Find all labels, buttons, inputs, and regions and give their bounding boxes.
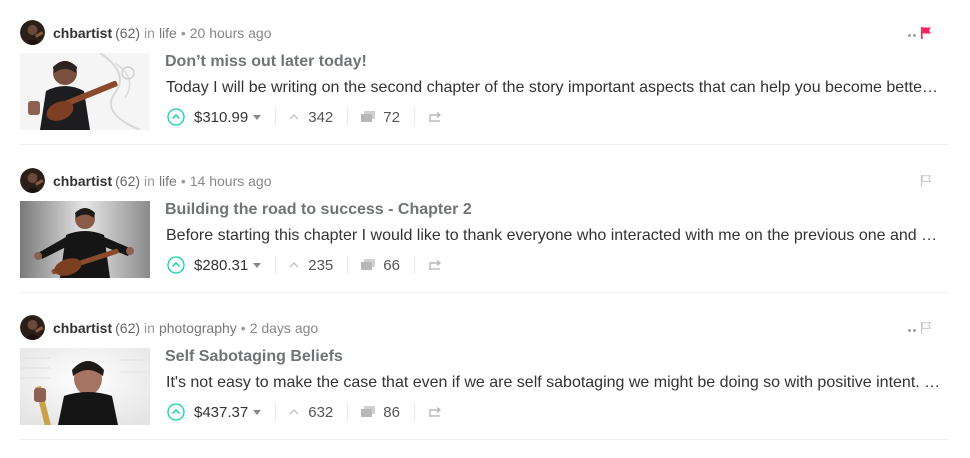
author-reputation: (62) <box>115 24 141 41</box>
post-time[interactable]: 14 hours ago <box>190 173 272 189</box>
in-label: in <box>144 24 155 41</box>
post-category[interactable]: life <box>159 25 177 41</box>
meta-bullet: • <box>180 172 186 189</box>
divider <box>275 108 277 126</box>
author-name[interactable]: chbartist <box>53 25 112 41</box>
post-thumbnail[interactable] <box>20 201 150 278</box>
post-divider <box>20 144 948 145</box>
comments-count[interactable]: 86 <box>383 404 400 421</box>
upvote-circle-icon[interactable] <box>167 403 185 421</box>
post-header: chbartist (62) in life • 20 hours ago <box>20 20 271 45</box>
post-header: chbartist (62) in life • 14 hours ago <box>20 168 271 193</box>
post-category[interactable]: life <box>159 173 177 189</box>
reblog-icon[interactable] <box>427 258 443 272</box>
post-card: chbartist (62) in life • 14 hours ago Bu… <box>20 164 948 311</box>
post-category[interactable]: photography <box>159 320 237 336</box>
post-feed: chbartist (62) in life • 20 hours ago Do… <box>0 0 970 452</box>
post-divider <box>20 439 948 440</box>
chevron-up-icon[interactable] <box>288 112 300 122</box>
dots-icon[interactable] <box>908 328 916 332</box>
meta-bullet: • <box>240 319 246 336</box>
reblog-icon[interactable] <box>427 110 443 124</box>
reblog-icon[interactable] <box>427 405 443 419</box>
divider <box>275 403 277 421</box>
post-summary[interactable]: It's not easy to make the case that even… <box>166 374 943 392</box>
post-time[interactable]: 2 days ago <box>250 320 319 336</box>
payout-value[interactable]: $280.31 <box>194 257 248 274</box>
comments-icon[interactable] <box>360 110 376 124</box>
post-title[interactable]: Self Sabotaging Beliefs <box>165 348 343 366</box>
post-summary[interactable]: Before starting this chapter I would lik… <box>166 227 943 245</box>
author-avatar[interactable] <box>20 315 45 340</box>
comments-icon[interactable] <box>360 405 376 419</box>
flag-icon[interactable] <box>920 174 932 192</box>
comments-count[interactable]: 72 <box>383 109 400 126</box>
comments-count[interactable]: 66 <box>383 257 400 274</box>
author-name[interactable]: chbartist <box>53 320 112 336</box>
post-footer: $280.31 235 66 <box>167 252 443 278</box>
votes-count[interactable]: 632 <box>308 404 333 421</box>
in-label: in <box>144 172 155 189</box>
divider <box>275 256 277 274</box>
divider <box>347 256 349 274</box>
post-thumbnail[interactable] <box>20 348 150 425</box>
in-label: in <box>144 319 155 336</box>
votes-count[interactable]: 342 <box>308 109 333 126</box>
author-avatar[interactable] <box>20 168 45 193</box>
post-time[interactable]: 20 hours ago <box>190 25 272 41</box>
dots-icon[interactable] <box>908 33 916 37</box>
payout-value[interactable]: $310.99 <box>194 109 248 126</box>
author-name[interactable]: chbartist <box>53 173 112 189</box>
meta-bullet: • <box>180 24 186 41</box>
flag-icon[interactable] <box>920 26 932 44</box>
post-footer: $310.99 342 72 <box>167 104 443 130</box>
upvote-circle-icon[interactable] <box>167 256 185 274</box>
divider <box>413 256 415 274</box>
flag-icon[interactable] <box>920 321 932 339</box>
post-actions-corner <box>908 26 932 44</box>
post-divider <box>20 292 948 293</box>
post-footer: $437.37 632 86 <box>167 399 443 425</box>
divider <box>347 403 349 421</box>
chevron-down-icon[interactable] <box>253 114 262 120</box>
author-avatar[interactable] <box>20 20 45 45</box>
post-actions-corner <box>908 321 932 339</box>
chevron-down-icon[interactable] <box>253 409 262 415</box>
chevron-up-icon[interactable] <box>288 407 300 417</box>
upvote-circle-icon[interactable] <box>167 108 185 126</box>
post-thumbnail[interactable] <box>20 53 150 130</box>
post-header: chbartist (62) in photography • 2 days a… <box>20 315 318 340</box>
chevron-up-icon[interactable] <box>288 260 300 270</box>
author-reputation: (62) <box>115 319 141 336</box>
author-reputation: (62) <box>115 172 141 189</box>
post-title[interactable]: Don’t miss out later today! <box>165 53 367 71</box>
post-card: chbartist (62) in life • 20 hours ago Do… <box>20 16 948 163</box>
divider <box>413 108 415 126</box>
votes-count[interactable]: 235 <box>308 257 333 274</box>
post-title[interactable]: Building the road to success - Chapter 2 <box>165 201 472 219</box>
divider <box>413 403 415 421</box>
post-card: chbartist (62) in photography • 2 days a… <box>20 311 948 458</box>
divider <box>347 108 349 126</box>
comments-icon[interactable] <box>360 258 376 272</box>
post-actions-corner <box>920 174 932 192</box>
post-summary[interactable]: Today I will be writing on the second ch… <box>166 79 943 97</box>
chevron-down-icon[interactable] <box>253 262 262 268</box>
payout-value[interactable]: $437.37 <box>194 404 248 421</box>
